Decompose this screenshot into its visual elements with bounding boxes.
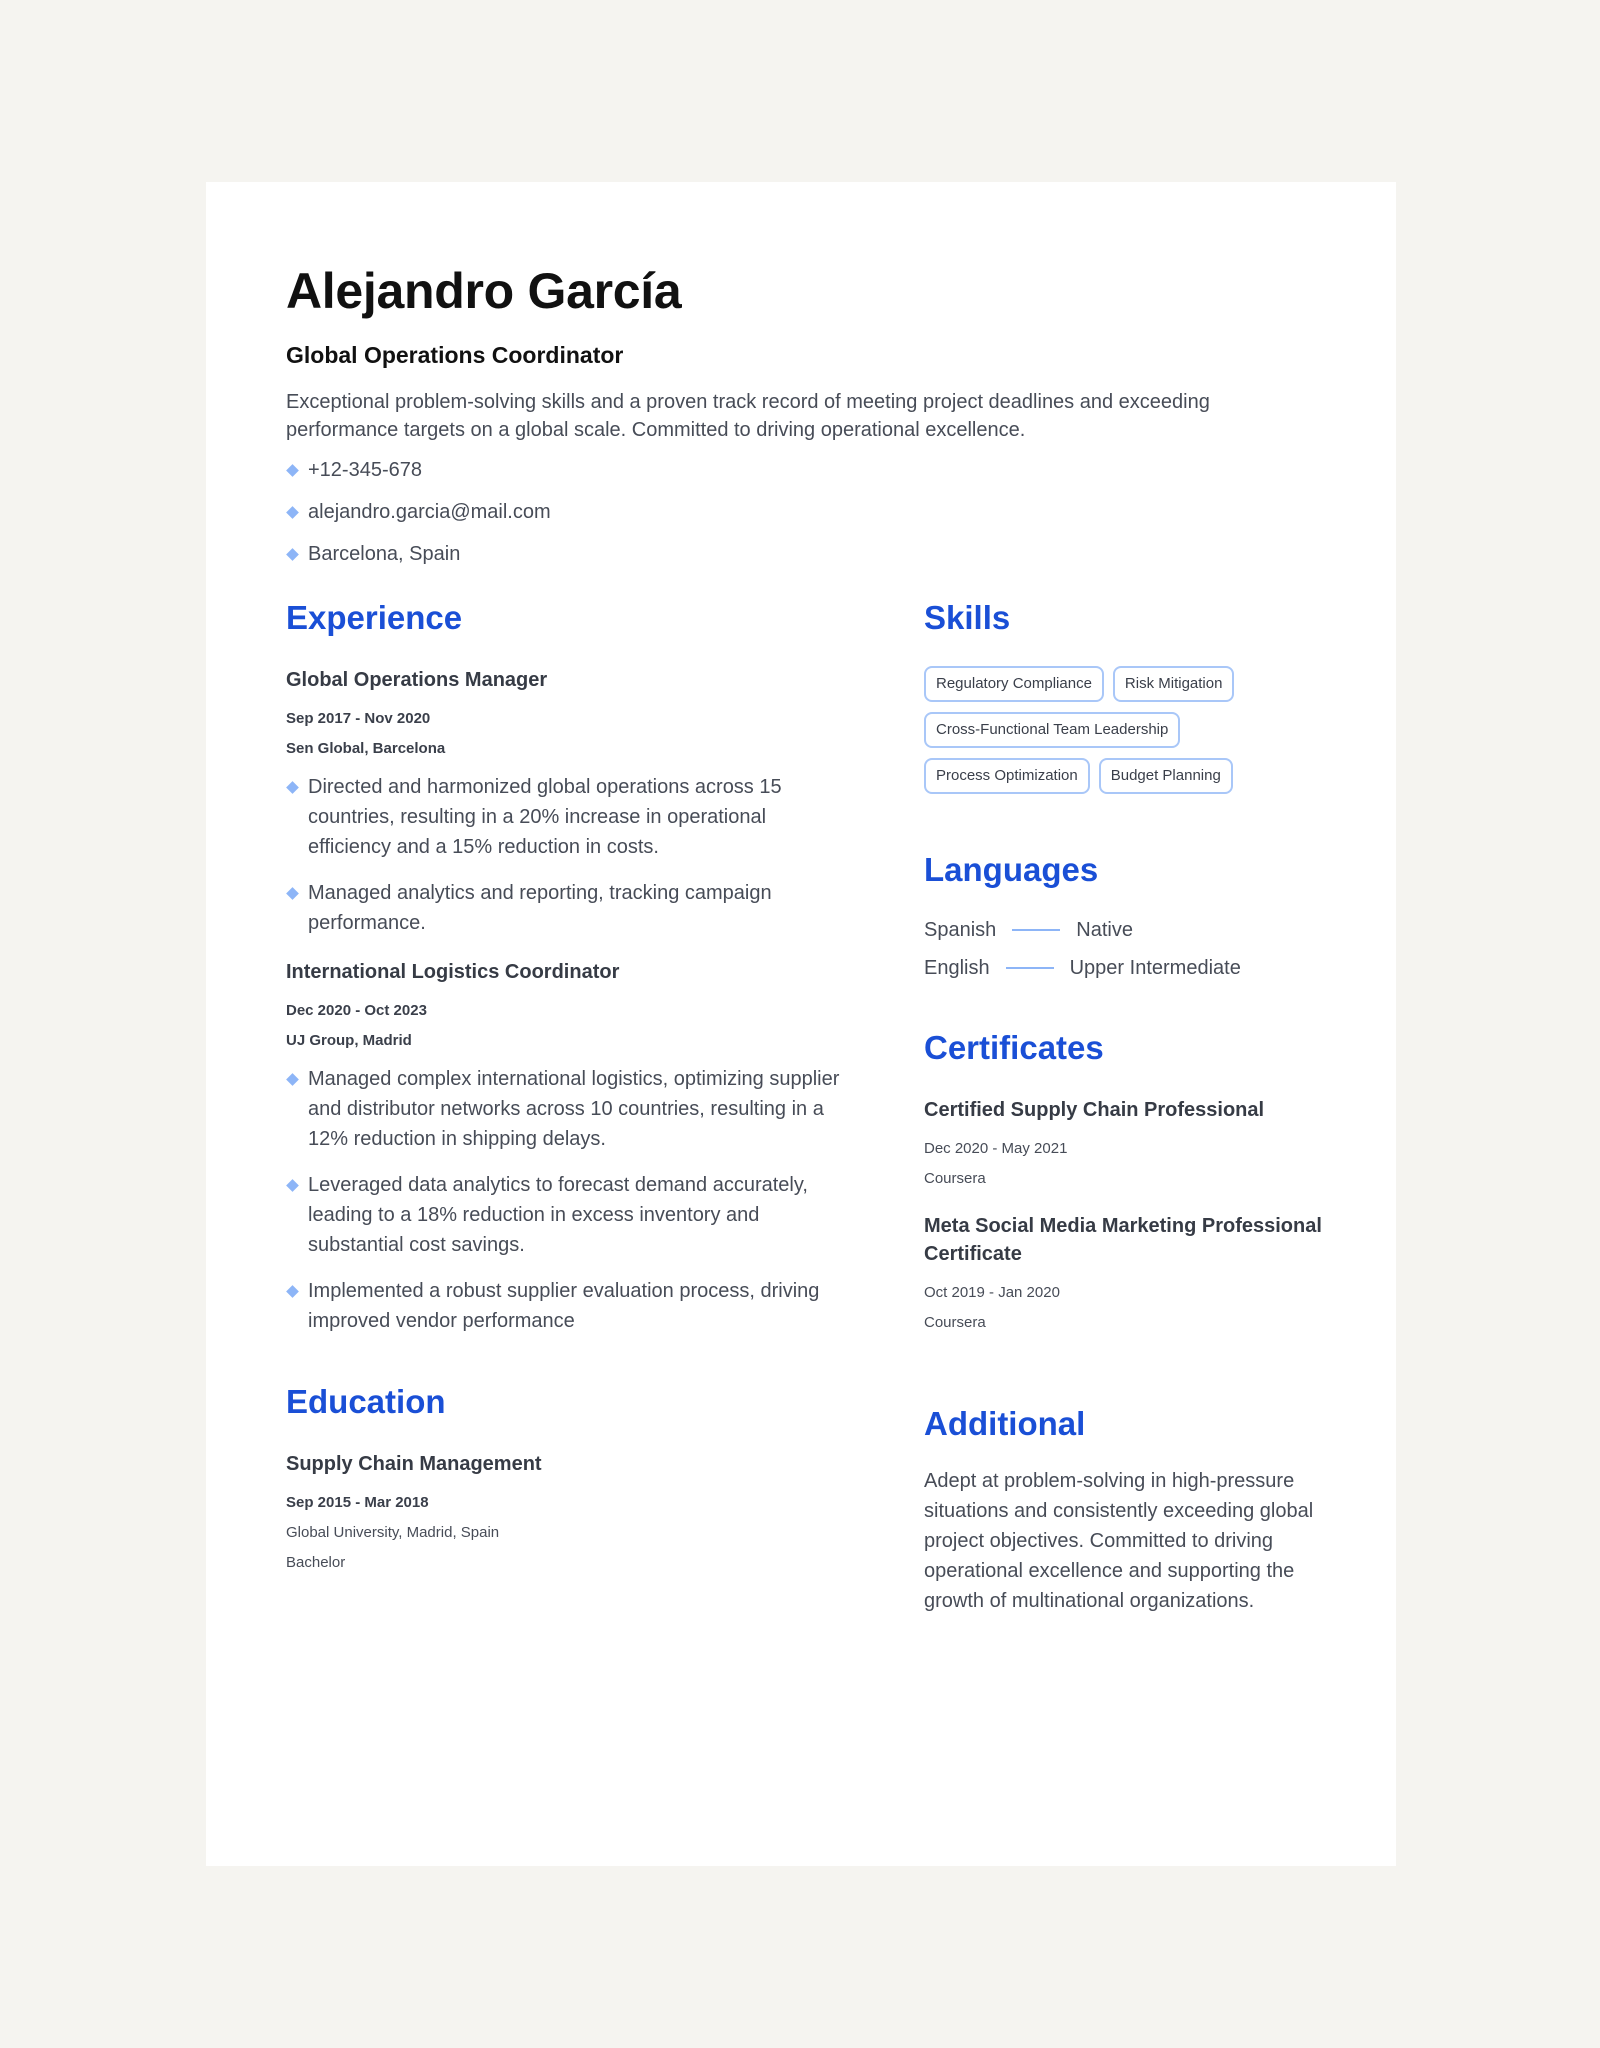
skill-chip: Cross-Functional Team Leadership <box>924 712 1181 748</box>
email-text: alejandro.garcia@mail.com <box>308 501 551 523</box>
additional-heading: Additional <box>924 1405 1086 1442</box>
skills-heading: Skills <box>924 599 1011 636</box>
job-entry: International Logistics Coordinator Dec … <box>286 958 846 1336</box>
diamond-bullet-icon <box>286 1073 299 1086</box>
certificate-entry: Certified Supply Chain Professional Dec … <box>924 1096 1324 1190</box>
languages-list: Spanish Native English Upper Intermediat… <box>924 916 1324 982</box>
candidate-name: Alejandro García <box>286 263 682 319</box>
diamond-bullet-icon <box>286 1179 299 1192</box>
language-row: Spanish Native <box>924 916 1324 944</box>
certificate-issuer: Coursera <box>924 1170 986 1187</box>
language-divider <box>1005 967 1054 969</box>
job-bullets: Managed complex international logistics,… <box>286 1064 846 1336</box>
certificate-issuer: Coursera <box>924 1314 986 1331</box>
certificate-dates: Oct 2019 - Jan 2020 <box>924 1284 1060 1301</box>
additional-text: Adept at problem-solving in high-pressur… <box>924 1470 1314 1612</box>
resume-page: Alejandro García Global Operations Coord… <box>206 182 1396 1866</box>
skill-chip: Budget Planning <box>1098 758 1233 794</box>
job-company: UJ Group, Madrid <box>286 1032 412 1049</box>
job-bullet: Leveraged data analytics to forecast dem… <box>286 1170 846 1260</box>
job-entry: Global Operations Manager Sep 2017 - Nov… <box>286 666 846 938</box>
skill-chip: Regulatory Compliance <box>924 666 1104 702</box>
phone-text: +12-345-678 <box>308 459 422 481</box>
degree-title: Supply Chain Management <box>286 1453 542 1475</box>
bullet-text: Managed complex international logistics,… <box>308 1068 840 1150</box>
language-name: English <box>924 957 990 979</box>
language-row: English Upper Intermediate <box>924 954 1324 982</box>
bullet-text: Leveraged data analytics to forecast dem… <box>308 1174 808 1256</box>
certificate-dates: Dec 2020 - May 2021 <box>924 1140 1068 1157</box>
job-dates: Sep 2017 - Nov 2020 <box>286 710 431 727</box>
certificate-title: Meta Social Media Marketing Professional… <box>924 1215 1322 1265</box>
bullet-text: Directed and harmonized global operation… <box>308 776 782 858</box>
job-bullet: Managed analytics and reporting, trackin… <box>286 878 846 938</box>
diamond-bullet-icon <box>286 887 299 900</box>
location-text: Barcelona, Spain <box>308 543 461 565</box>
diamond-bullet-icon <box>286 464 299 477</box>
language-level: Upper Intermediate <box>1069 957 1241 979</box>
job-bullet: Implemented a robust supplier evaluation… <box>286 1276 846 1336</box>
job-bullet: Managed complex international logistics,… <box>286 1064 846 1154</box>
education-level: Bachelor <box>286 1554 346 1571</box>
skill-chip: Risk Mitigation <box>1112 666 1235 702</box>
education-heading: Education <box>286 1383 446 1420</box>
contact-phone: +12-345-678 <box>286 456 1316 484</box>
job-bullets: Directed and harmonized global operation… <box>286 772 846 938</box>
language-divider <box>1012 929 1061 931</box>
education-dates: Sep 2015 - Mar 2018 <box>286 1494 429 1511</box>
contact-list: +12-345-678 alejandro.garcia@mail.com Ba… <box>286 456 1316 568</box>
skill-chip: Process Optimization <box>924 758 1090 794</box>
job-title: International Logistics Coordinator <box>286 961 620 983</box>
languages-heading: Languages <box>924 851 1099 888</box>
diamond-bullet-icon <box>286 548 299 561</box>
certificate-entry: Meta Social Media Marketing Professional… <box>924 1212 1324 1334</box>
right-column: Skills Regulatory Compliance Risk Mitiga… <box>924 598 1324 1616</box>
job-dates: Dec 2020 - Oct 2023 <box>286 1002 427 1019</box>
job-title: Global Operations Manager <box>286 669 548 691</box>
contact-location: Barcelona, Spain <box>286 540 1316 568</box>
resume-content: Alejandro García Global Operations Coord… <box>286 262 1322 1612</box>
language-level: Native <box>1076 919 1133 941</box>
diamond-bullet-icon <box>286 781 299 794</box>
experience-heading: Experience <box>286 599 463 636</box>
education-entry: Supply Chain Management Sep 2015 - Mar 2… <box>286 1450 846 1574</box>
diamond-bullet-icon <box>286 506 299 519</box>
certificate-title: Certified Supply Chain Professional <box>924 1099 1265 1121</box>
profile-summary: Exceptional problem-solving skills and a… <box>286 391 1210 441</box>
contact-email: alejandro.garcia@mail.com <box>286 498 1316 526</box>
certificates-heading: Certificates <box>924 1029 1104 1066</box>
candidate-title: Global Operations Coordinator <box>286 342 624 368</box>
left-column: Experience Global Operations Manager Sep… <box>286 598 846 1574</box>
bullet-text: Managed analytics and reporting, trackin… <box>308 882 772 934</box>
skills-list: Regulatory Compliance Risk Mitigation Cr… <box>924 666 1304 804</box>
language-name: Spanish <box>924 919 997 941</box>
bullet-text: Implemented a robust supplier evaluation… <box>308 1280 820 1332</box>
job-company: Sen Global, Barcelona <box>286 740 446 757</box>
job-bullet: Directed and harmonized global operation… <box>286 772 846 862</box>
diamond-bullet-icon <box>286 1285 299 1298</box>
education-school: Global University, Madrid, Spain <box>286 1524 500 1541</box>
